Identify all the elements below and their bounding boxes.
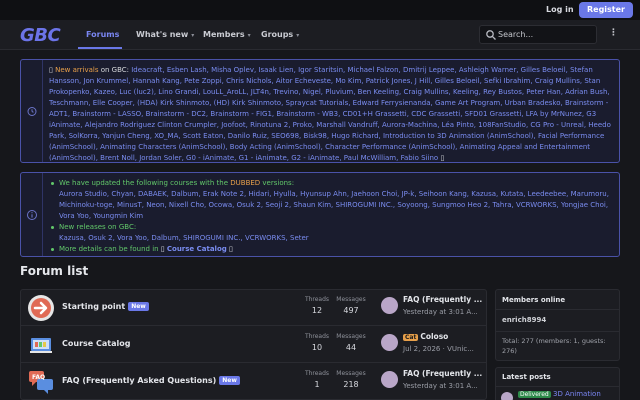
- nav-whats-new[interactable]: What's new ▾: [136, 30, 194, 39]
- avatar[interactable]: [381, 297, 398, 314]
- latest-posts-widget: Latest posts Delivered 3D Animation: [495, 367, 620, 400]
- forum-list-title: Forum list: [20, 264, 89, 278]
- online-total: Total: 277 (members: 1, guests: 276): [502, 337, 606, 355]
- nav-whats-new-label: What's new: [136, 30, 189, 39]
- new-releases-list: Kazusa, Osuk 2, Vora Yoo, Dalbum, SHIROG…: [49, 233, 613, 244]
- latest-posts-title: Latest posts: [502, 373, 551, 381]
- info-icon: [21, 173, 43, 256]
- new-arrivals-title: New arrivals: [55, 66, 99, 74]
- chevron-down-icon[interactable]: ▾: [191, 32, 194, 39]
- login-link[interactable]: Log in: [546, 5, 574, 14]
- members-online-title[interactable]: Members online: [502, 296, 565, 304]
- nav-members-label: Members: [203, 30, 245, 39]
- dubbed-intro: We have updated the following courses wi…: [59, 179, 231, 187]
- last-post-title[interactable]: Cat Coloso: [403, 332, 448, 341]
- nav-groups-label: Groups: [261, 30, 294, 39]
- messages-value: 44: [345, 343, 357, 352]
- forum-name: FAQ (Frequently Asked Questions): [62, 376, 217, 385]
- divider: [496, 331, 619, 332]
- dubbed-updates-notice: We have updated the following courses wi…: [20, 172, 620, 257]
- forum-row-faq[interactable]: FAQ FAQ (Frequently Asked Questions) New …: [21, 364, 486, 399]
- last-post-title[interactable]: FAQ (Frequently ...: [403, 369, 482, 378]
- messages-stat: Messages 497: [331, 296, 371, 315]
- forum-row-course-catalog[interactable]: Course Catalog Threads 10 Messages 44 Cat C…: [21, 327, 486, 363]
- active-nav-indicator: [78, 47, 122, 49]
- messages-value: 497: [343, 306, 359, 315]
- checkbox-icon: ▯: [440, 154, 445, 162]
- new-arrivals-text: ▯ New arrivals on GBC: Ideacraft, Esben …: [49, 65, 613, 164]
- last-post-date: Yesterday at 3:01 A...: [403, 382, 478, 390]
- register-button[interactable]: Register: [579, 2, 633, 18]
- new-arrivals-list[interactable]: Ideacraft, Esben Lash, Misha Oplev, Isaa…: [49, 66, 611, 162]
- search-icon: [486, 30, 496, 40]
- last-post-date: Yesterday at 3:01 A...: [403, 308, 478, 316]
- nav-members[interactable]: Members ▾: [203, 30, 251, 39]
- messages-label: Messages: [336, 296, 366, 303]
- new-badge: New: [128, 302, 149, 311]
- dubbed-updates-text: We have updated the following courses wi…: [49, 178, 613, 255]
- avatar[interactable]: [381, 334, 398, 351]
- messages-stat: Messages 218: [331, 370, 371, 389]
- forum-list: Starting point New Threads 12 Messages 497 …: [20, 289, 487, 400]
- new-releases-label: New releases on GBC:: [59, 223, 137, 231]
- last-post-date: Jul 2, 2026 · VUnic...: [403, 345, 474, 353]
- details-line: More details can be found in ▯ Course Ca…: [49, 244, 613, 255]
- course-catalog-link[interactable]: Course Catalog: [167, 245, 227, 253]
- new-arrivals-on: on GBC:: [98, 66, 132, 74]
- search-placeholder: Search...: [498, 30, 534, 39]
- dubbed-course-list[interactable]: Aurora Studio, Chyan, DABAEK, Dalbum, Er…: [59, 190, 609, 220]
- new-arrivals-notice: ▯ New arrivals on GBC: Ideacraft, Esben …: [20, 59, 620, 163]
- checkbox-icon: ▯: [229, 245, 233, 253]
- nav-forums[interactable]: Forums: [86, 30, 119, 39]
- dubbed-intro-end: versions:: [260, 179, 295, 187]
- faq-chat-icon: FAQ: [29, 371, 53, 394]
- dubbed-line: We have updated the following courses wi…: [49, 178, 613, 189]
- nav-forums-label: Forums: [86, 30, 120, 39]
- avatar[interactable]: [501, 392, 513, 400]
- forum-title-link[interactable]: Course Catalog: [62, 339, 130, 348]
- chevron-down-icon[interactable]: ▾: [248, 32, 251, 39]
- more-menu-icon[interactable]: ⋮: [609, 28, 618, 38]
- delivered-badge: Delivered: [518, 391, 551, 398]
- search-input[interactable]: Search...: [479, 25, 597, 44]
- forum-name: Course Catalog: [62, 339, 131, 348]
- course-catalog-icon: [30, 338, 52, 353]
- online-member-link[interactable]: enrich8994: [502, 316, 546, 324]
- new-releases-courses[interactable]: Kazusa, Osuk 2, Vora Yoo, Dalbum, SHIROG…: [59, 234, 309, 242]
- messages-label: Messages: [336, 370, 366, 377]
- forum-title-link[interactable]: FAQ (Frequently Asked Questions) New: [62, 376, 240, 385]
- members-online-widget: Members online enrich8994 Total: 277 (me…: [495, 289, 620, 361]
- last-post-title[interactable]: FAQ (Frequently ...: [403, 295, 482, 304]
- last-post-title-text: Coloso: [420, 332, 449, 341]
- divider: [496, 309, 619, 310]
- svg-text:FAQ: FAQ: [32, 374, 45, 381]
- site-logo[interactable]: GBC: [20, 25, 61, 46]
- messages-stat: Messages 44: [331, 333, 371, 352]
- top-bar: [0, 0, 640, 20]
- notice-alarm-icon: [21, 60, 43, 162]
- forum-row-starting-point[interactable]: Starting point New Threads 12 Messages 497 …: [21, 290, 486, 326]
- dubbed-list: Aurora Studio, Chyan, DABAEK, Dalbum, Er…: [49, 189, 613, 222]
- dubbed-keyword: DUBBED: [230, 179, 261, 187]
- cat-badge: Cat: [403, 334, 419, 341]
- forum-title-link[interactable]: Starting point New: [62, 302, 149, 311]
- messages-label: Messages: [336, 333, 366, 340]
- messages-value: 218: [343, 380, 359, 389]
- forum-name: Starting point: [62, 302, 126, 311]
- new-badge: New: [219, 376, 240, 385]
- divider: [496, 386, 619, 387]
- details-text: More details can be found in: [59, 245, 161, 253]
- avatar[interactable]: [381, 371, 398, 388]
- starting-point-icon: [28, 295, 54, 321]
- latest-post-link[interactable]: 3D Animation: [553, 390, 601, 398]
- nav-groups[interactable]: Groups ▾: [261, 30, 299, 39]
- chevron-down-icon[interactable]: ▾: [296, 32, 299, 39]
- new-releases-line: New releases on GBC:: [49, 222, 613, 233]
